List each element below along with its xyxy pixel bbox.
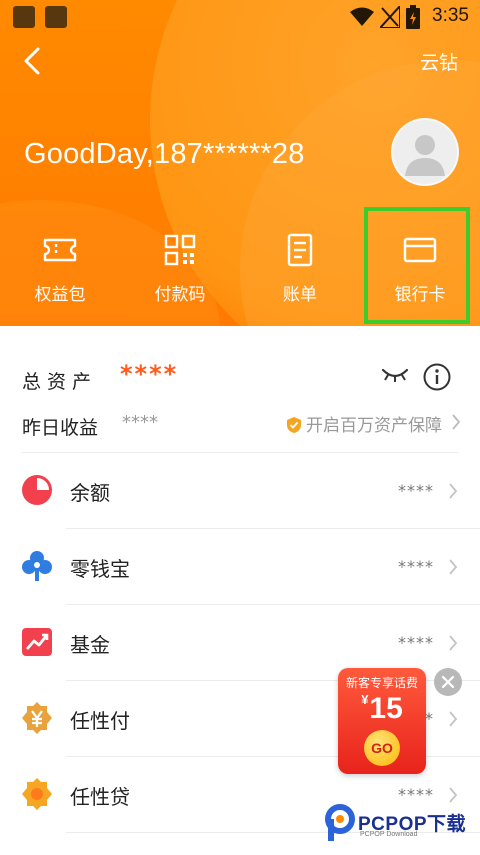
bill-icon	[287, 233, 313, 267]
trend-up-icon	[22, 628, 52, 656]
account-header: 3:35 云钻 GoodDay,187******28 权益包 付款码 账单 银…	[0, 0, 480, 326]
promo-amount: ¥15	[338, 692, 426, 726]
notification-icon	[13, 6, 35, 28]
quick-action-label: 账单	[283, 285, 317, 305]
watermark-subtext: PCPOP Download	[360, 831, 418, 838]
product-value: ****	[398, 481, 434, 500]
qr-code-icon	[164, 234, 196, 266]
pcpop-logo-icon	[325, 804, 355, 841]
chevron-right-icon	[449, 711, 458, 727]
chevron-right-icon	[449, 483, 458, 499]
promo-red-packet[interactable]: 新客专享话费 ¥15 GO	[338, 668, 426, 774]
notification-icon	[45, 6, 67, 28]
battery-icon	[406, 5, 420, 29]
promo-title: 新客专享话费	[345, 676, 418, 690]
promo-go-button[interactable]: GO	[364, 730, 400, 766]
status-bar: 3:35	[0, 0, 480, 34]
flower-coin-icon	[22, 778, 52, 810]
bank-card-highlight-box	[364, 207, 470, 324]
product-label: 任性付	[70, 709, 130, 733]
product-value: ****	[398, 785, 434, 804]
promo-close-button[interactable]	[434, 668, 462, 696]
asset-protection-link[interactable]: 开启百万资产保障	[286, 411, 442, 436]
currency-symbol: ¥	[361, 692, 369, 707]
wifi-icon	[350, 7, 374, 26]
clock-text: 3:35	[432, 5, 469, 26]
chevron-right-icon	[449, 559, 458, 575]
product-value: ****	[398, 557, 434, 576]
pie-chart-icon	[22, 475, 52, 505]
clover-icon	[22, 551, 52, 581]
shield-icon	[287, 417, 301, 433]
product-value: ****	[398, 633, 434, 652]
yesterday-earnings-label: 昨日收益	[22, 417, 99, 439]
product-label: 零钱宝	[70, 557, 130, 581]
yunzuan-link[interactable]: 云钻	[420, 48, 458, 75]
promo-amount-value: 15	[369, 692, 403, 725]
product-label: 余额	[70, 481, 110, 505]
total-assets-value: ****	[120, 360, 179, 388]
close-icon	[441, 675, 455, 689]
chevron-right-icon	[452, 414, 461, 430]
hide-eye-icon[interactable]	[380, 366, 410, 384]
total-assets-label: 总资产	[22, 371, 98, 393]
back-arrow-icon[interactable]	[18, 45, 48, 77]
product-label: 任性贷	[70, 785, 130, 809]
chevron-right-icon	[449, 635, 458, 651]
yen-coin-icon	[22, 702, 52, 734]
default-avatar-icon	[405, 135, 445, 176]
quick-action-bill[interactable]: 账单	[240, 226, 360, 316]
product-label: 基金	[70, 633, 110, 657]
ticket-icon	[43, 238, 77, 262]
quick-action-pay-code[interactable]: 付款码	[120, 226, 240, 316]
signal-icon	[380, 6, 400, 28]
avatar[interactable]	[391, 118, 459, 186]
watermark: PCPOP下载 PCPOP Download	[324, 803, 474, 847]
quick-action-label: 付款码	[154, 285, 206, 305]
quick-action-label: 权益包	[34, 285, 86, 305]
assets-panel: 总资产 **** 昨日收益 **** 开启百万资产保障 余额 **** 零钱宝 …	[0, 326, 480, 855]
product-row-change-treasure[interactable]: 零钱宝 ****	[0, 529, 480, 605]
yesterday-earnings-value: ****	[122, 412, 158, 433]
info-icon[interactable]	[422, 362, 452, 392]
user-greeting: GoodDay,187******28	[24, 138, 305, 170]
asset-protection-text: 开启百万资产保障	[306, 416, 442, 436]
quick-action-rights-pack[interactable]: 权益包	[0, 226, 120, 316]
product-row-balance[interactable]: 余额 ****	[0, 453, 480, 529]
chevron-right-icon	[449, 787, 458, 803]
